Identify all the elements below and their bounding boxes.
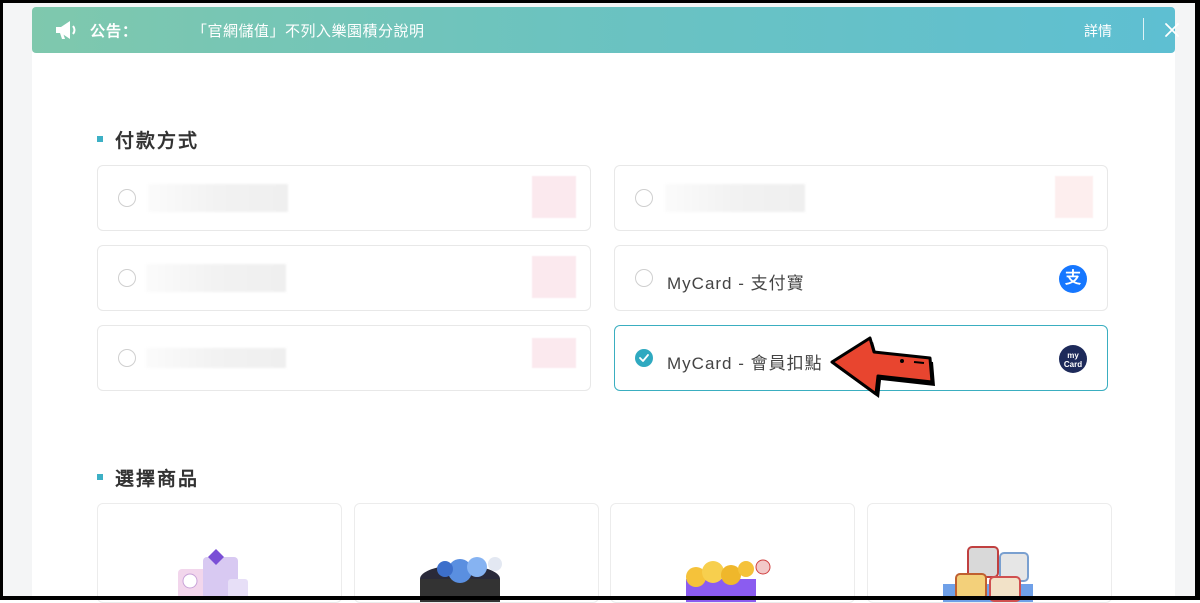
megaphone-icon (56, 21, 76, 39)
radio-button[interactable] (118, 189, 136, 207)
blurred-label (146, 348, 286, 368)
blue-hatbox-image (420, 557, 502, 602)
gift-bundle-image (178, 549, 248, 599)
mycard-icon: my Card (1059, 345, 1087, 373)
red-arrow-icon (830, 336, 935, 398)
radio-button[interactable] (635, 269, 653, 287)
bullet-marker (97, 473, 103, 480)
blurred-label (148, 184, 288, 212)
product-card-1[interactable] (97, 503, 342, 603)
payment-option-3[interactable] (97, 245, 591, 311)
payment-option-label: MyCard - 會員扣點 (667, 354, 823, 373)
product-section-title: 選擇商品 (97, 464, 199, 491)
payment-option-2[interactable] (614, 165, 1108, 231)
frame-border (0, 596, 1200, 600)
product-card-3[interactable] (610, 503, 855, 603)
blurred-logo (532, 338, 576, 368)
frame-border (0, 0, 3, 600)
announcement-label: 公告： (90, 23, 139, 40)
announcement-bar: 公告： 「官網儲值」不列入樂園積分說明 詳情 (32, 7, 1179, 53)
close-icon[interactable] (1162, 20, 1182, 40)
frame-border (1195, 0, 1200, 600)
blurred-label (146, 264, 286, 292)
check-icon (639, 354, 649, 362)
payment-option-alipay[interactable]: MyCard - 支付寶 支 (614, 245, 1108, 311)
announcement-message[interactable]: 「官網儲值」不列入樂園積分說明 (192, 20, 425, 41)
radio-button[interactable] (118, 349, 136, 367)
radio-button[interactable] (118, 269, 136, 287)
payment-option-label: MyCard - 支付寶 (667, 274, 805, 293)
product-card-2[interactable] (354, 503, 599, 603)
divider (1143, 18, 1144, 40)
payment-section-title: 付款方式 (97, 126, 199, 153)
frame-border (0, 0, 1200, 3)
gold-coins-image (686, 559, 771, 602)
radio-button-checked[interactable] (635, 349, 653, 367)
alipay-icon: 支 (1059, 265, 1087, 293)
payment-option-1[interactable] (97, 165, 591, 231)
blurred-label (665, 184, 805, 212)
blurred-logo (532, 176, 576, 218)
cans-bundle-image (943, 546, 1033, 602)
blurred-logo (1055, 176, 1093, 218)
payment-option-5[interactable] (97, 325, 591, 391)
bullet-marker (97, 135, 103, 142)
radio-button[interactable] (635, 189, 653, 207)
blurred-logo (532, 256, 576, 298)
product-card-4[interactable] (867, 503, 1112, 603)
details-link[interactable]: 詳情 (1084, 21, 1112, 41)
